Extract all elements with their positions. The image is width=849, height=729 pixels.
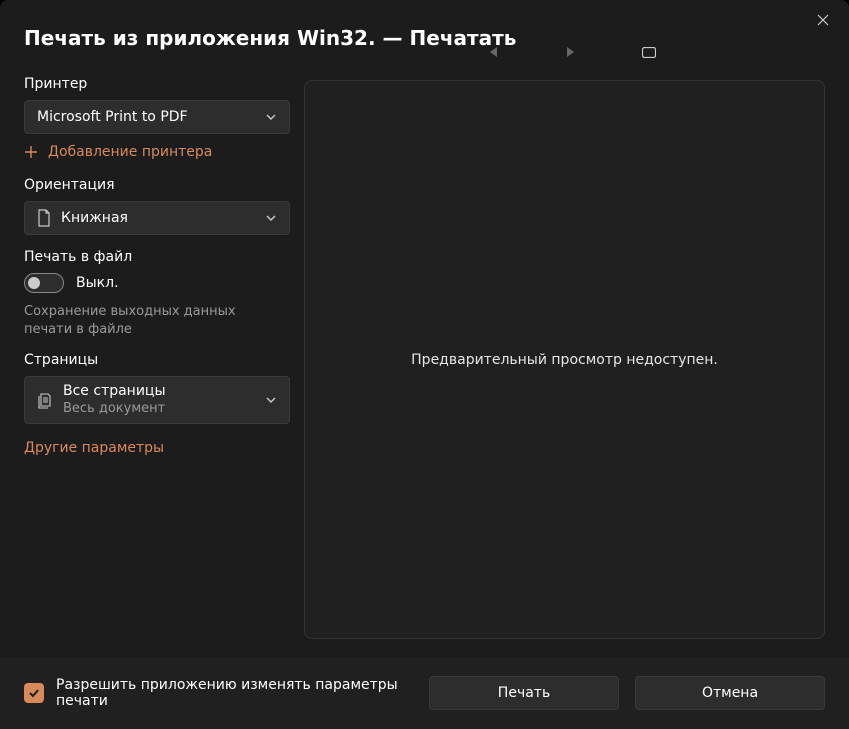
toggle-knob <box>28 277 40 289</box>
printer-dropdown[interactable]: Microsoft Print to PDF <box>24 100 290 134</box>
pages-dropdown[interactable]: Все страницы Весь документ <box>24 376 290 424</box>
printer-selected: Microsoft Print to PDF <box>37 109 255 125</box>
cancel-button[interactable]: Отмена <box>635 676 825 710</box>
preview-unavailable-message: Предварительный просмотр недоступен. <box>411 352 718 368</box>
add-printer-link[interactable]: Добавление принтера <box>24 144 212 160</box>
settings-panel: Принтер Microsoft Print to PDF Добавлени… <box>0 72 300 657</box>
content-area: Принтер Microsoft Print to PDF Добавлени… <box>0 72 849 657</box>
fullscreen-icon <box>642 47 656 58</box>
pages-selected: Все страницы <box>63 383 255 401</box>
print-to-file-toggle[interactable] <box>24 273 64 293</box>
chevron-down-icon <box>265 394 277 406</box>
allow-app-checkbox[interactable] <box>24 683 44 703</box>
chevron-down-icon <box>265 111 277 123</box>
other-settings-link[interactable]: Другие параметры <box>24 440 164 456</box>
cancel-button-label: Отмена <box>702 685 758 701</box>
printer-label: Принтер <box>24 76 288 92</box>
close-button[interactable] <box>807 6 839 34</box>
orientation-selected: Книжная <box>61 210 255 226</box>
portrait-page-icon <box>37 209 51 227</box>
preview-pane: Предварительный просмотр недоступен. <box>304 80 825 639</box>
footer-bar: Разрешить приложению изменять параметры … <box>0 657 849 729</box>
print-to-file-hint: Сохранение выходных данных печати в файл… <box>24 303 284 338</box>
next-page-button[interactable] <box>566 47 574 57</box>
preview-nav <box>320 36 825 68</box>
chevron-down-icon <box>265 212 277 224</box>
print-button-label: Печать <box>498 685 550 701</box>
fullscreen-button[interactable] <box>642 47 656 58</box>
pages-label: Страницы <box>24 352 288 368</box>
orientation-dropdown[interactable]: Книжная <box>24 201 290 235</box>
triangle-left-icon <box>490 47 498 57</box>
triangle-right-icon <box>566 47 574 57</box>
print-dialog: Печать из приложения Win32. — Печатать П… <box>0 0 849 729</box>
pages-selected-sub: Весь документ <box>63 401 255 417</box>
checkmark-icon <box>28 687 40 699</box>
pages-icon <box>37 391 53 409</box>
other-settings-label: Другие параметры <box>24 440 164 456</box>
prev-page-button[interactable] <box>490 47 498 57</box>
allow-app-label: Разрешить приложению изменять параметры … <box>56 677 417 709</box>
print-to-file-row: Выкл. <box>24 273 288 293</box>
close-icon <box>817 14 829 26</box>
print-button[interactable]: Печать <box>429 676 619 710</box>
print-to-file-state: Выкл. <box>76 275 119 291</box>
orientation-label: Ориентация <box>24 177 288 193</box>
print-to-file-label: Печать в файл <box>24 249 288 265</box>
plus-icon <box>24 145 38 159</box>
add-printer-label: Добавление принтера <box>48 144 212 160</box>
